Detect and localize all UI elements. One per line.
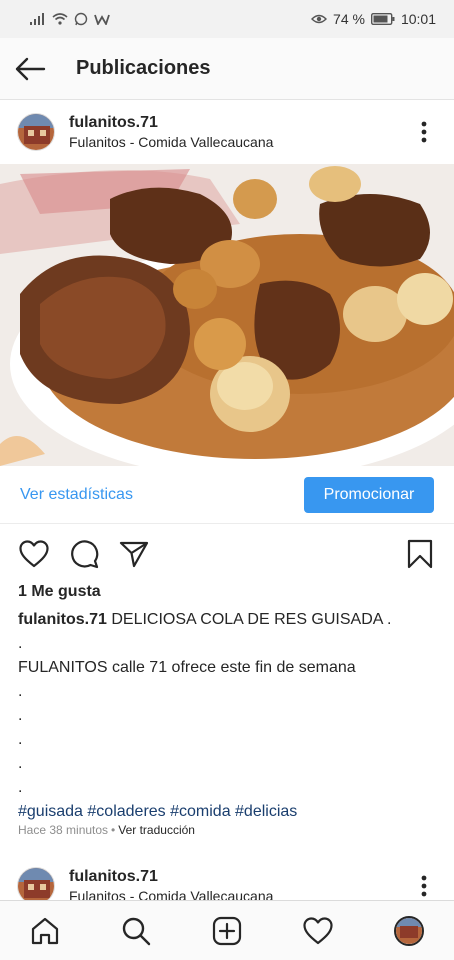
bottom-navigation: [0, 900, 454, 960]
nav-new-post[interactable]: [204, 908, 250, 954]
promote-button[interactable]: Promocionar: [304, 476, 434, 513]
status-left-icons: [30, 12, 110, 26]
activity-heart-icon: [303, 916, 333, 944]
home-icon: [32, 917, 59, 944]
more-vertical-icon: [421, 875, 427, 897]
see-translation-link[interactable]: Ver traducción: [118, 823, 195, 837]
caption-line: .: [18, 731, 23, 748]
caption-line: .: [18, 683, 23, 700]
post-username[interactable]: fulanitos.71: [69, 113, 404, 133]
whatsapp-icon: [74, 12, 88, 26]
caption-line: .: [18, 755, 23, 772]
arrow-left-icon: [15, 57, 46, 80]
add-post-icon: [212, 916, 242, 945]
post-meta: Hace 38 minutos • Ver traducción: [18, 823, 195, 837]
battery-percent: 74 %: [333, 11, 365, 27]
heart-icon: [19, 540, 49, 568]
app-w-icon: [94, 14, 110, 25]
promotion-row: Ver estadísticas Promocionar: [0, 466, 454, 524]
battery-icon: [370, 13, 395, 25]
comment-button[interactable]: [66, 536, 102, 572]
more-vertical-icon: [421, 121, 427, 143]
eye-icon: [311, 14, 328, 24]
save-button[interactable]: [402, 536, 438, 572]
bookmark-icon: [407, 539, 433, 569]
view-insights-link[interactable]: Ver estadísticas: [20, 486, 133, 504]
avatar[interactable]: [17, 113, 55, 151]
like-button[interactable]: [16, 536, 52, 572]
caption-first-line: fulanitos.71 DELICIOSA COLA DE RES GUISA…: [18, 608, 438, 632]
nav-home[interactable]: [22, 908, 68, 954]
wifi-icon: [52, 13, 68, 25]
post-timestamp: Hace 38 minutos: [18, 823, 109, 837]
likes-count[interactable]: 1 Me gusta: [18, 583, 101, 601]
caption-text: DELICIOSA COLA DE RES GUISADA .: [111, 611, 392, 628]
app-bar: Publicaciones: [0, 38, 454, 100]
back-button[interactable]: [0, 38, 60, 100]
signal-icon: [30, 13, 44, 25]
search-icon: [122, 917, 151, 945]
page-title: Publicaciones: [76, 57, 211, 79]
post-image[interactable]: [0, 164, 454, 466]
separator: •: [111, 823, 116, 837]
caption-hashtags[interactable]: #guisada #coladeres #comida #delicias: [18, 800, 438, 824]
post-username[interactable]: fulanitos.71: [69, 867, 404, 887]
post-actions: [0, 534, 454, 574]
post-header: fulanitos.71 Fulanitos - Comida Vallecau…: [0, 100, 454, 164]
nav-search[interactable]: [113, 908, 159, 954]
more-options-button[interactable]: [404, 112, 444, 152]
post-location[interactable]: Fulanitos - Comida Vallecaucana: [69, 133, 404, 151]
post-caption: fulanitos.71 DELICIOSA COLA DE RES GUISA…: [18, 608, 438, 824]
status-bar: 74 % 10:01: [0, 0, 454, 38]
caption-username[interactable]: fulanitos.71: [18, 611, 107, 628]
nav-profile[interactable]: [386, 908, 432, 954]
clock: 10:01: [400, 11, 436, 27]
caption-line: .: [18, 635, 23, 652]
caption-line: .: [18, 779, 23, 796]
profile-avatar: [393, 915, 424, 946]
caption-line: FULANITOS calle 71 ofrece este fin de se…: [18, 659, 356, 676]
comment-icon: [71, 540, 99, 569]
nav-activity[interactable]: [295, 908, 341, 954]
caption-line: .: [18, 707, 23, 724]
status-right: 74 % 10:01: [311, 11, 436, 27]
share-button[interactable]: [116, 536, 152, 572]
send-icon: [119, 541, 149, 568]
post-author-block: fulanitos.71 Fulanitos - Comida Vallecau…: [69, 113, 404, 151]
